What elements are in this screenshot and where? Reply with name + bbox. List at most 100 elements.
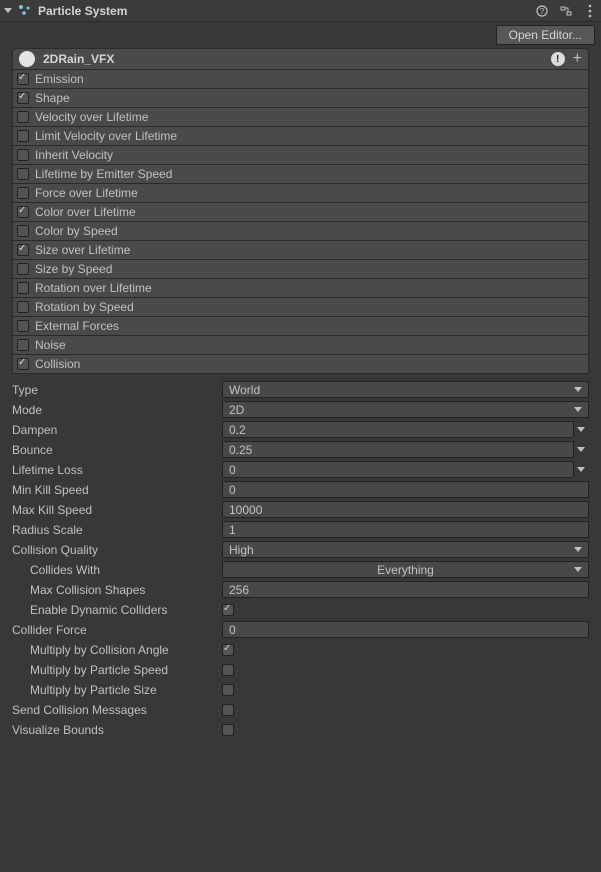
chevron-down-icon	[574, 407, 582, 412]
prop-radius-scale: Radius Scale 1	[12, 520, 589, 539]
module-checkbox[interactable]	[17, 320, 29, 332]
field-lifetime-loss[interactable]: 0	[222, 461, 574, 478]
label-mult-angle: Multiply by Collision Angle	[12, 643, 222, 657]
module-label: Shape	[35, 91, 70, 105]
dropdown-mode[interactable]: 2D	[222, 401, 589, 418]
prop-dampen: Dampen 0.2	[12, 420, 589, 439]
prop-max-shapes: Max Collision Shapes 256	[12, 580, 589, 599]
label-send-messages: Send Collision Messages	[12, 703, 222, 717]
module-checkbox[interactable]	[17, 149, 29, 161]
module-label: Lifetime by Emitter Speed	[35, 167, 172, 181]
module-checkbox[interactable]	[17, 206, 29, 218]
module-checkbox[interactable]	[17, 339, 29, 351]
module-label: Color by Speed	[35, 224, 118, 238]
module-force-over-lifetime[interactable]: Force over Lifetime	[12, 184, 589, 203]
dropdown-quality[interactable]: High	[222, 541, 589, 558]
particle-system-icon	[18, 4, 32, 18]
checkbox-send-messages[interactable]	[222, 704, 234, 716]
module-checkbox[interactable]	[17, 130, 29, 142]
foldout-toggle[interactable]	[4, 8, 12, 13]
module-external-forces[interactable]: External Forces	[12, 317, 589, 336]
prop-max-kill: Max Kill Speed 10000	[12, 500, 589, 519]
help-icon[interactable]: ?	[535, 4, 549, 18]
checkbox-mult-psize[interactable]	[222, 684, 234, 696]
label-dynamic-colliders: Enable Dynamic Colliders	[12, 603, 222, 617]
module-label: Color over Lifetime	[35, 205, 136, 219]
value-type: World	[229, 383, 260, 397]
menu-icon[interactable]	[583, 4, 597, 18]
module-size-over-lifetime[interactable]: Size over Lifetime	[12, 241, 589, 260]
checkbox-visualize[interactable]	[222, 724, 234, 736]
field-bounce[interactable]: 0.25	[222, 441, 574, 458]
module-checkbox[interactable]	[17, 244, 29, 256]
label-mult-psize: Multiply by Particle Size	[12, 683, 222, 697]
module-lifetime-by-emitter-speed[interactable]: Lifetime by Emitter Speed	[12, 165, 589, 184]
module-checkbox[interactable]	[17, 168, 29, 180]
module-checkbox[interactable]	[17, 263, 29, 275]
main-module-header[interactable]: 2DRain_VFX ! +	[12, 48, 589, 70]
label-collides-with: Collides With	[12, 563, 222, 577]
checkbox-mult-pspeed[interactable]	[222, 664, 234, 676]
field-min-kill[interactable]: 0	[222, 481, 589, 498]
module-label: Limit Velocity over Lifetime	[35, 129, 177, 143]
module-label: Inherit Velocity	[35, 148, 113, 162]
label-min-kill: Min Kill Speed	[12, 483, 222, 497]
module-size-by-speed[interactable]: Size by Speed	[12, 260, 589, 279]
dropdown-collides-with[interactable]: Everything	[222, 561, 589, 578]
label-radius-scale: Radius Scale	[12, 523, 222, 537]
main-module-name: 2DRain_VFX	[43, 52, 551, 66]
module-emission[interactable]: Emission	[12, 70, 589, 89]
value-collides-with: Everything	[377, 563, 434, 577]
field-collider-force[interactable]: 0	[222, 621, 589, 638]
module-label: Force over Lifetime	[35, 186, 138, 200]
curve-menu-icon[interactable]	[574, 427, 589, 432]
checkbox-mult-angle[interactable]	[222, 644, 234, 656]
module-collision[interactable]: Collision	[12, 355, 589, 374]
module-checkbox[interactable]	[17, 225, 29, 237]
module-rotation-by-speed[interactable]: Rotation by Speed	[12, 298, 589, 317]
module-label: Rotation by Speed	[35, 300, 134, 314]
label-collision-quality: Collision Quality	[12, 543, 222, 557]
prop-bounce: Bounce 0.25	[12, 440, 589, 459]
module-rotation-over-lifetime[interactable]: Rotation over Lifetime	[12, 279, 589, 298]
prop-collider-force: Collider Force 0	[12, 620, 589, 639]
module-checkbox[interactable]	[17, 301, 29, 313]
dropdown-type[interactable]: World	[222, 381, 589, 398]
label-dampen: Dampen	[12, 423, 222, 437]
module-checkbox[interactable]	[17, 358, 29, 370]
module-label: Size by Speed	[35, 262, 112, 276]
label-bounce: Bounce	[12, 443, 222, 457]
module-checkbox[interactable]	[17, 111, 29, 123]
module-shape[interactable]: Shape	[12, 89, 589, 108]
field-max-kill[interactable]: 10000	[222, 501, 589, 518]
label-visualize: Visualize Bounds	[12, 723, 222, 737]
module-limit-velocity-over-lifetime[interactable]: Limit Velocity over Lifetime	[12, 127, 589, 146]
field-radius-scale[interactable]: 1	[222, 521, 589, 538]
label-lifetime-loss: Lifetime Loss	[12, 463, 222, 477]
particle-preview-icon	[19, 51, 35, 67]
module-noise[interactable]: Noise	[12, 336, 589, 355]
warning-icon[interactable]: !	[551, 52, 565, 66]
module-label: External Forces	[35, 319, 119, 333]
module-checkbox[interactable]	[17, 282, 29, 294]
svg-text:?: ?	[540, 7, 545, 16]
module-checkbox[interactable]	[17, 92, 29, 104]
module-inherit-velocity[interactable]: Inherit Velocity	[12, 146, 589, 165]
open-editor-button[interactable]: Open Editor...	[496, 25, 595, 45]
checkbox-dynamic-colliders[interactable]	[222, 604, 234, 616]
curve-menu-icon[interactable]	[574, 467, 589, 472]
prop-dynamic-colliders: Enable Dynamic Colliders	[12, 600, 589, 619]
field-dampen[interactable]: 0.2	[222, 421, 574, 438]
curve-menu-icon[interactable]	[574, 447, 589, 452]
prop-mult-angle: Multiply by Collision Angle	[12, 640, 589, 659]
module-checkbox[interactable]	[17, 73, 29, 85]
field-max-shapes[interactable]: 256	[222, 581, 589, 598]
module-color-by-speed[interactable]: Color by Speed	[12, 222, 589, 241]
module-color-over-lifetime[interactable]: Color over Lifetime	[12, 203, 589, 222]
prop-mult-psize: Multiply by Particle Size	[12, 680, 589, 699]
prop-type: Type World	[12, 380, 589, 399]
module-velocity-over-lifetime[interactable]: Velocity over Lifetime	[12, 108, 589, 127]
module-checkbox[interactable]	[17, 187, 29, 199]
preset-icon[interactable]	[559, 4, 573, 18]
add-module-icon[interactable]: +	[571, 53, 584, 65]
